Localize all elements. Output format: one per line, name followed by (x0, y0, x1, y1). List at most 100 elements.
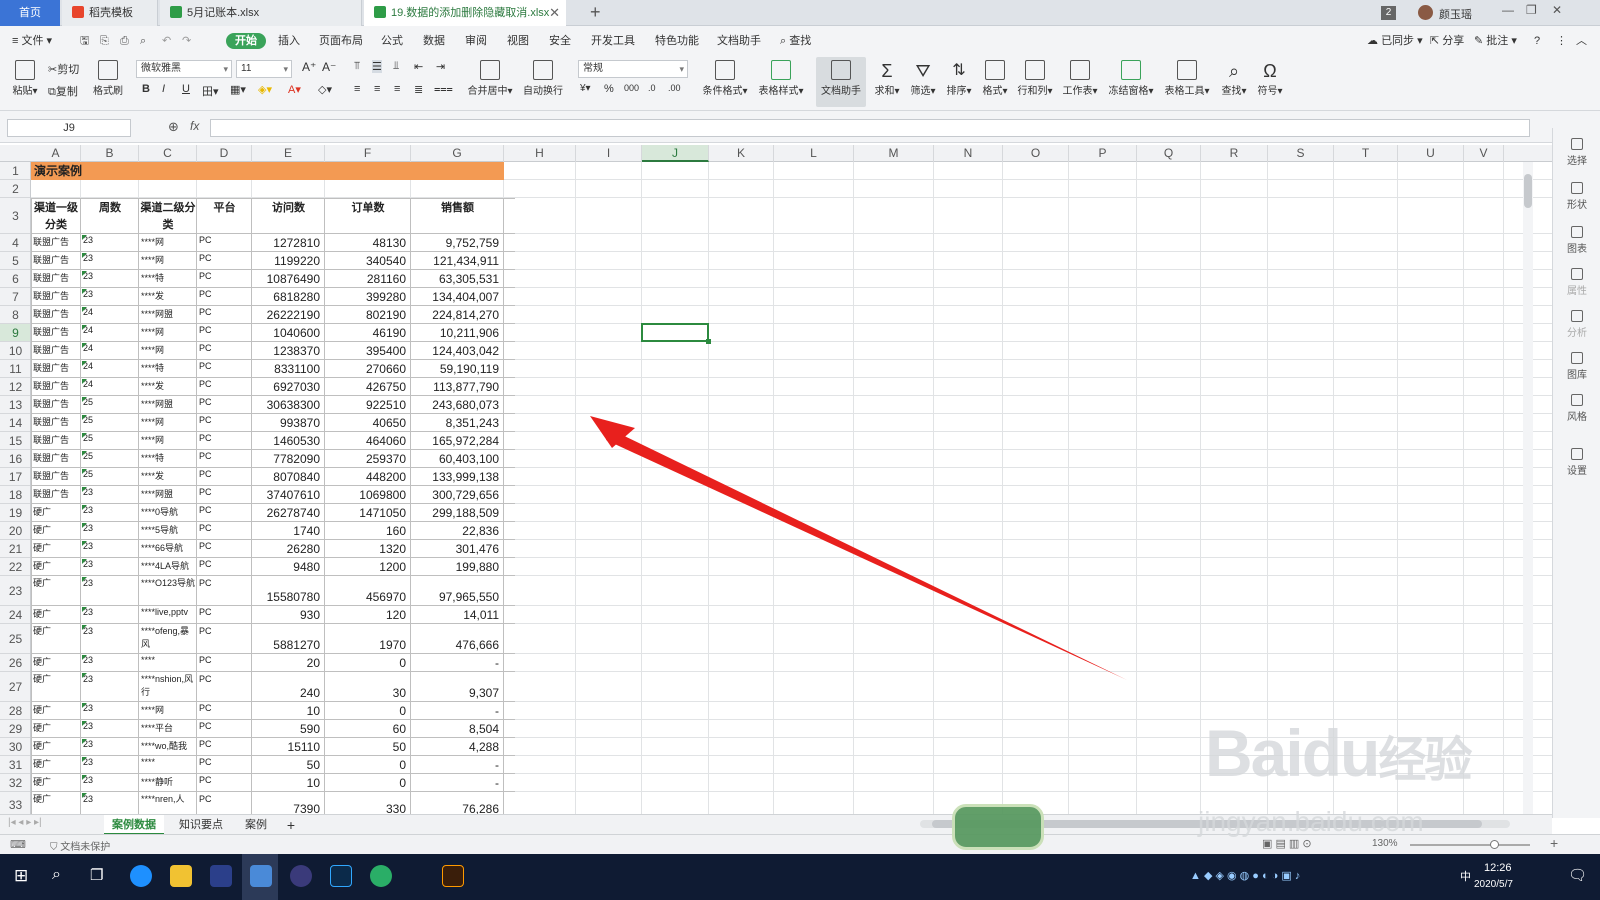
tab-home[interactable]: 首页 (0, 0, 60, 26)
column-header-s[interactable]: S (1268, 145, 1334, 162)
collapse-ribbon-icon[interactable]: ︿ (1576, 33, 1587, 49)
comment-button[interactable]: ✎ 批注 ▾ (1474, 33, 1517, 49)
file-menu[interactable]: ≡ 文件 ▾ (12, 33, 52, 49)
channel-secondary-cell[interactable]: ****静听 (141, 775, 196, 788)
menu-doc-assistant[interactable]: 文档助手 (717, 33, 761, 49)
view-mode-icons[interactable]: ▣ ▤ ▥ ⊙ (1262, 837, 1312, 850)
table-tools-button[interactable]: 表格工具▾ (1162, 60, 1212, 97)
undo-icon[interactable]: ↶ (162, 33, 171, 49)
orders-cell[interactable]: 0 (325, 656, 406, 671)
channel-primary-cell[interactable]: 硬广 (33, 757, 80, 770)
user-name[interactable]: 颜玉瑶 (1439, 6, 1472, 22)
sales-cell[interactable]: 300,729,656 (411, 488, 499, 503)
channel-primary-cell[interactable]: 联盟广告 (33, 289, 80, 302)
tab-active-file[interactable]: 19.数据的添加删除隐藏取消.xlsx ✕ (364, 0, 566, 26)
align-middle-icon[interactable]: ☰ (372, 60, 382, 73)
column-header-l[interactable]: L (774, 145, 854, 162)
week-cell[interactable]: 24 (83, 307, 138, 317)
sales-cell[interactable]: - (411, 704, 499, 719)
row-header-28[interactable]: 28 (0, 702, 30, 720)
week-cell[interactable]: 23 (83, 793, 138, 814)
preview-icon[interactable]: ⌕ (140, 33, 146, 49)
fill-color-icon[interactable]: ◈▾ (258, 83, 272, 96)
symbol-button[interactable]: Ω 符号▾ (1254, 60, 1286, 97)
row-header-19[interactable]: 19 (0, 504, 30, 522)
week-cell[interactable]: 24 (83, 343, 138, 353)
channel-secondary-cell[interactable]: ****nshion,风行 (141, 673, 196, 701)
row-header-10[interactable]: 10 (0, 342, 30, 360)
align-center-icon[interactable]: ≡ (374, 83, 380, 95)
week-cell[interactable]: 23 (83, 577, 138, 605)
name-box[interactable]: J9 (7, 119, 131, 137)
platform-cell[interactable]: PC (199, 721, 251, 731)
channel-secondary-cell[interactable]: ****网 (141, 703, 196, 716)
platform-cell[interactable]: PC (199, 739, 251, 749)
visits-cell[interactable]: 20 (252, 656, 320, 671)
minimize-icon[interactable]: — (1502, 3, 1514, 17)
sheet-tab-case[interactable]: 案例 (236, 815, 276, 835)
ime-indicator[interactable]: 中 (1460, 868, 1471, 884)
week-cell[interactable]: 23 (83, 541, 138, 551)
column-header-f[interactable]: F (325, 145, 411, 162)
close-tab-icon[interactable]: ✕ (549, 0, 560, 26)
visits-cell[interactable]: 15580780 (252, 590, 320, 605)
week-cell[interactable]: 24 (83, 361, 138, 371)
visits-cell[interactable]: 10 (252, 704, 320, 719)
orders-cell[interactable]: 120 (325, 608, 406, 623)
app-icon[interactable] (290, 865, 312, 887)
visits-cell[interactable]: 26280 (252, 542, 320, 557)
column-header-p[interactable]: P (1069, 145, 1137, 162)
visits-cell[interactable]: 1040600 (252, 326, 320, 341)
table-header-cell[interactable]: 渠道二级分类 (139, 200, 197, 234)
zoom-slider[interactable] (1410, 840, 1530, 849)
platform-cell[interactable]: PC (199, 607, 251, 617)
row-header-15[interactable]: 15 (0, 432, 30, 450)
orders-cell[interactable]: 922510 (325, 398, 406, 413)
channel-secondary-cell[interactable]: ****网盟 (141, 397, 196, 410)
column-header-i[interactable]: I (576, 145, 642, 162)
visits-cell[interactable]: 9480 (252, 560, 320, 575)
platform-cell[interactable]: PC (199, 775, 251, 785)
sheet-tab-case-data[interactable]: 案例数据 (104, 815, 164, 835)
orders-cell[interactable]: 0 (325, 776, 406, 791)
visits-cell[interactable]: 8331100 (252, 362, 320, 377)
side-panel-shape[interactable]: 形状 (1553, 182, 1600, 211)
sort-button[interactable]: ⇅ 排序▾ (944, 60, 974, 97)
week-cell[interactable]: 23 (83, 655, 138, 665)
add-sheet-button[interactable]: + (282, 815, 300, 835)
visits-cell[interactable]: 6927030 (252, 380, 320, 395)
tab-ledger-file[interactable]: 5月记账本.xlsx (160, 0, 362, 26)
find-button[interactable]: ⌕ 查找▾ (1218, 60, 1250, 97)
channel-primary-cell[interactable]: 联盟广告 (33, 487, 80, 500)
platform-cell[interactable]: PC (199, 505, 251, 515)
wps-icon[interactable] (250, 865, 272, 887)
photoshop-icon[interactable] (330, 865, 352, 887)
sales-cell[interactable]: - (411, 776, 499, 791)
column-header-v[interactable]: V (1464, 145, 1504, 162)
sales-cell[interactable]: 4,288 (411, 740, 499, 755)
side-panel-style[interactable]: 风格 (1553, 394, 1600, 423)
channel-secondary-cell[interactable]: ****网 (141, 253, 196, 266)
task-view-icon[interactable]: ❐ (90, 866, 103, 884)
orders-cell[interactable]: 46190 (325, 326, 406, 341)
column-header-r[interactable]: R (1201, 145, 1268, 162)
window-count-badge[interactable]: 2 (1381, 6, 1396, 20)
side-panel-gallery[interactable]: 图库 (1553, 352, 1600, 381)
week-cell[interactable]: 23 (83, 271, 138, 281)
row-header-32[interactable]: 32 (0, 774, 30, 792)
thousands-icon[interactable]: 000 (624, 83, 639, 93)
week-cell[interactable]: 23 (83, 235, 138, 245)
side-panel-settings[interactable]: 设置 (1553, 448, 1600, 477)
close-window-icon[interactable]: ✕ (1552, 3, 1562, 17)
week-cell[interactable]: 25 (83, 469, 138, 479)
platform-cell[interactable]: PC (199, 343, 251, 353)
filter-button[interactable]: ⛛ 筛选▾ (908, 60, 938, 97)
week-cell[interactable]: 23 (83, 625, 138, 653)
font-name-select[interactable]: 微软雅黑 (136, 60, 232, 78)
channel-secondary-cell[interactable]: ****网 (141, 235, 196, 248)
sales-cell[interactable]: 14,011 (411, 608, 499, 623)
increase-font-icon[interactable]: A⁺ (302, 60, 316, 74)
column-header-e[interactable]: E (252, 145, 325, 162)
column-header-g[interactable]: G (411, 145, 504, 162)
wrap-text-button[interactable]: 自动换行 (520, 60, 566, 97)
